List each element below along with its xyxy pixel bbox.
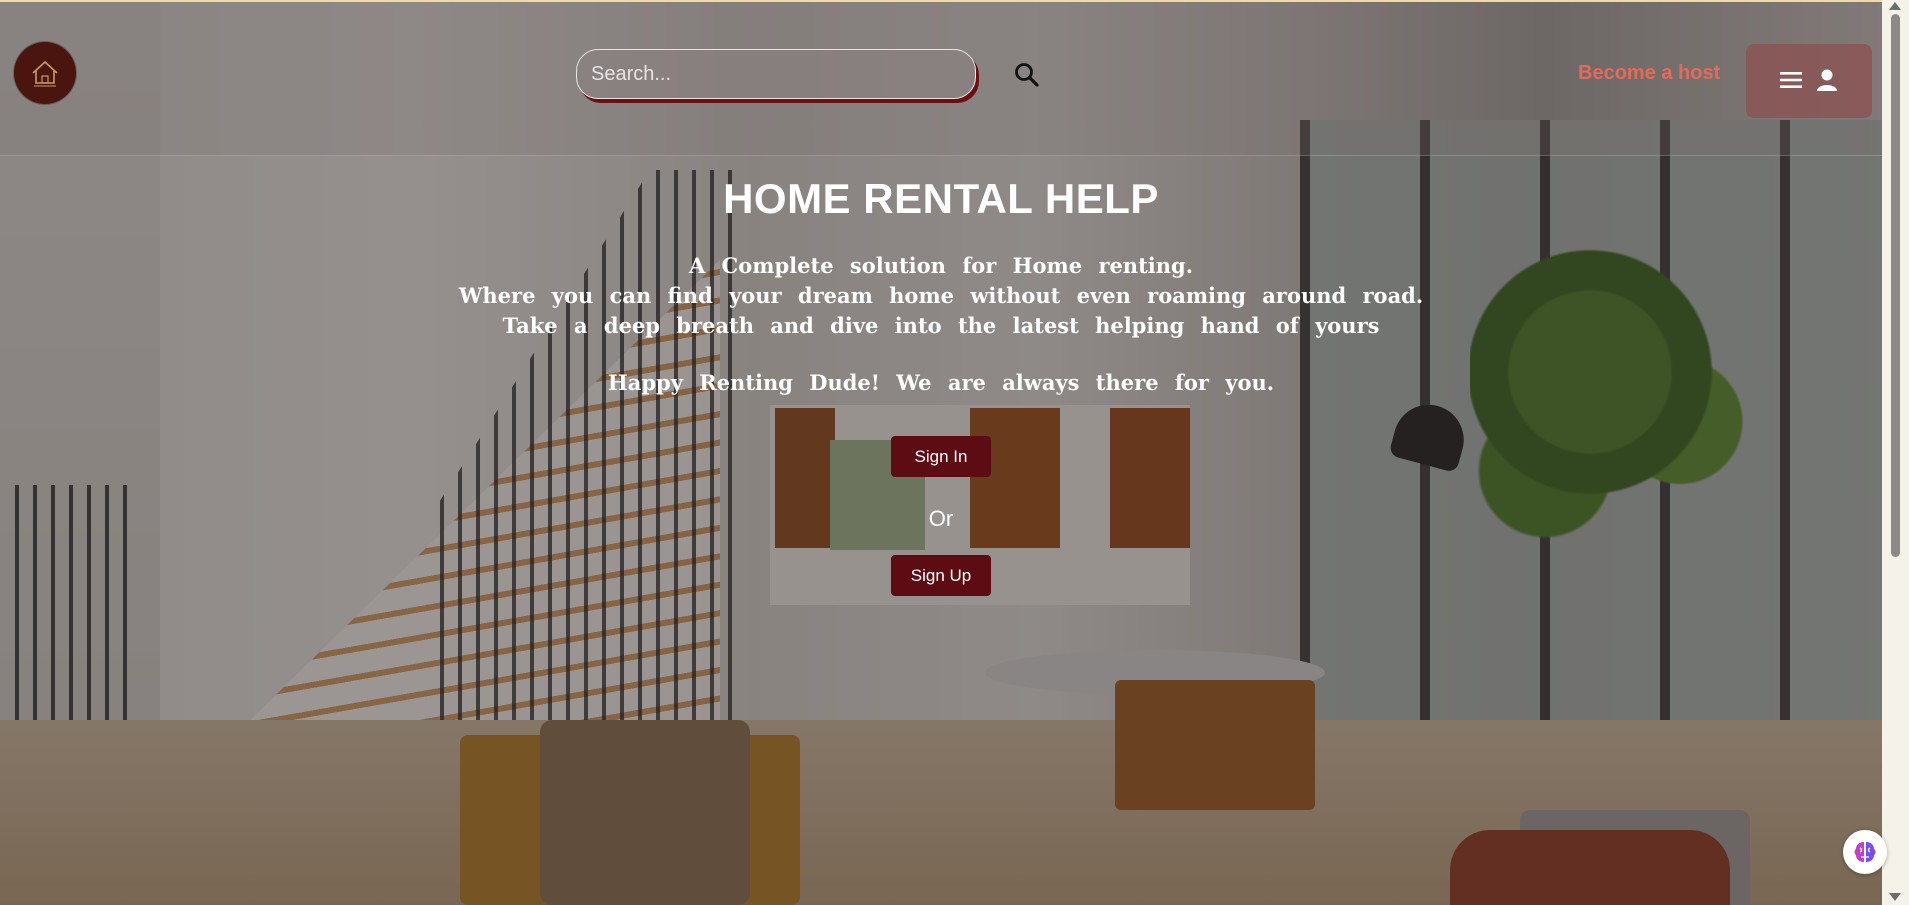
tagline-line-3: Take a deep breath and dive into the lat… xyxy=(502,313,1380,338)
sign-up-button[interactable]: Sign Up xyxy=(891,555,991,596)
page-title: HOME RENTAL HELP xyxy=(723,175,1159,222)
sign-in-button[interactable]: Sign In xyxy=(891,436,991,477)
tagline-line-4: Happy Renting Dude! We are always there … xyxy=(607,370,1275,395)
become-host-link[interactable]: Become a host xyxy=(1578,62,1720,85)
search-icon[interactable] xyxy=(1012,60,1042,90)
user-icon xyxy=(1814,67,1840,96)
hamburger-menu-icon xyxy=(1778,69,1804,94)
search-input[interactable] xyxy=(576,49,976,99)
house-logo-icon[interactable] xyxy=(14,42,76,104)
tagline-line-1: A Complete solution for Home renting. xyxy=(688,253,1194,278)
scrollbar-thumb[interactable] xyxy=(1891,14,1900,557)
or-separator: Or xyxy=(928,506,954,531)
scroll-up-arrow-icon[interactable] xyxy=(1889,2,1901,10)
scroll-down-arrow-icon[interactable] xyxy=(1889,893,1901,901)
top-navbar: Become a host xyxy=(0,2,1882,156)
user-menu-button[interactable] xyxy=(1746,44,1872,118)
tagline-line-2: Where you can find your dream home witho… xyxy=(458,283,1424,308)
brain-icon[interactable] xyxy=(1843,830,1887,874)
